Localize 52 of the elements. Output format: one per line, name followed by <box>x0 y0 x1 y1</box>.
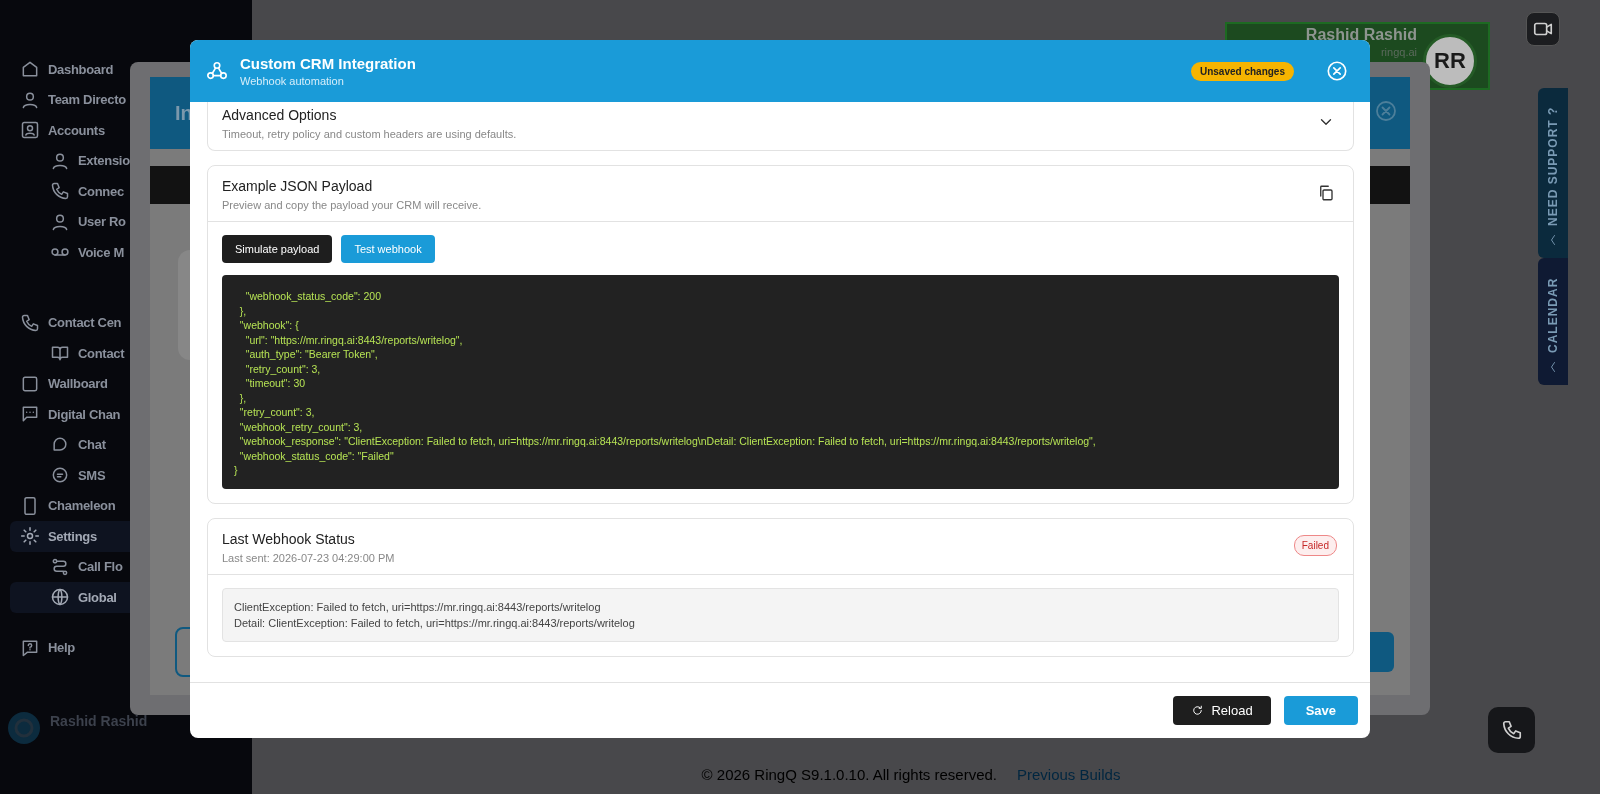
reload-button[interactable]: Reload <box>1173 696 1271 725</box>
phone-icon <box>20 312 40 333</box>
sidebar-item[interactable]: Chameleon <box>10 490 245 521</box>
code-line: "webhook_status_code": 200 <box>244 289 382 304</box>
copyright-text: © 2026 RingQ S9.1.0.10. All rights reserved. <box>701 765 997 783</box>
code-line: "webhook_status_code": "Failed" <box>238 448 395 463</box>
close-button[interactable] <box>1326 60 1348 82</box>
code-line: }, <box>238 303 248 318</box>
user-name: Rashid Rashid <box>50 713 148 729</box>
copy-button[interactable] <box>1317 184 1335 202</box>
code-line: "timeout": 30 <box>244 376 307 391</box>
phone-icon <box>50 181 70 202</box>
sidebar-item[interactable]: Extensio <box>10 145 245 176</box>
code-line: "webhook_retry_count": 3, <box>238 419 364 434</box>
modal-subtitle: Webhook automation <box>240 75 345 87</box>
flow-icon <box>50 556 70 577</box>
section-subtitle: Timeout, retry policy and custom headers are using defaults. <box>222 128 517 140</box>
code-line: "url": "https://mr.ringq.ai:8443/reports/writelog", <box>244 332 464 347</box>
globe-icon <box>50 587 70 608</box>
code-line: } <box>234 463 239 478</box>
side-tab[interactable]: CALENDAR <box>1538 258 1568 385</box>
section-subtitle: Preview and copy the payload your CRM will receive. <box>222 199 482 211</box>
section-title: Example JSON Payload <box>222 178 374 194</box>
phone-button[interactable] <box>1488 707 1535 753</box>
webhook-icon <box>206 60 228 82</box>
status-badge: Failed <box>1293 534 1337 556</box>
unsaved-badge: Unsaved changes <box>1190 61 1294 81</box>
avatar-icon <box>8 712 40 744</box>
side-tab[interactable]: NEED SUPPORT ? <box>1538 88 1568 258</box>
id-card-icon <box>20 120 40 141</box>
code-line: "retry_count": 3, <box>244 361 322 376</box>
copy-icon <box>1317 184 1335 202</box>
phone-icon <box>1500 719 1523 741</box>
code-line: "webhook_response": "ClientException: Failed to fetch, uri=https://mr.ringq.ai:8443/reports/writelog\nDetail: ClientException: Failed to fetch, uri=https://mr.ringq.ai:8443/reports/writelog", <box>238 434 1097 449</box>
section-subtitle: Last sent: 2026-07-23 04:29:00 PM <box>222 551 395 564</box>
close-icon <box>1326 60 1348 82</box>
code-line: "auth_type": "Bearer Token", <box>244 347 379 362</box>
code-line: }, <box>238 390 248 405</box>
action-button[interactable]: Simulate payload <box>222 235 333 263</box>
message-line: Detail: ClientException: Failed to fetch, uri=https://mr.ringq.ai:8443/reports/writelog <box>234 615 636 631</box>
code-line: "webhook": { <box>238 318 300 333</box>
user-name: Rashid Rashid <box>1305 26 1417 44</box>
code-line: "retry_count": 3, <box>238 405 316 420</box>
modal-title: Custom CRM Integration <box>240 55 417 72</box>
section-title: Advanced Options <box>222 107 338 123</box>
sidebar-item[interactable]: Contact <box>10 338 245 369</box>
user-email: ringq.ai <box>1380 46 1417 58</box>
sidebar-item[interactable]: Help <box>10 632 245 663</box>
close-icon <box>1374 99 1398 123</box>
refresh-icon <box>1191 704 1205 717</box>
video-camera-button[interactable] <box>1526 12 1560 46</box>
user-avatar[interactable]: RR <box>1423 34 1477 88</box>
